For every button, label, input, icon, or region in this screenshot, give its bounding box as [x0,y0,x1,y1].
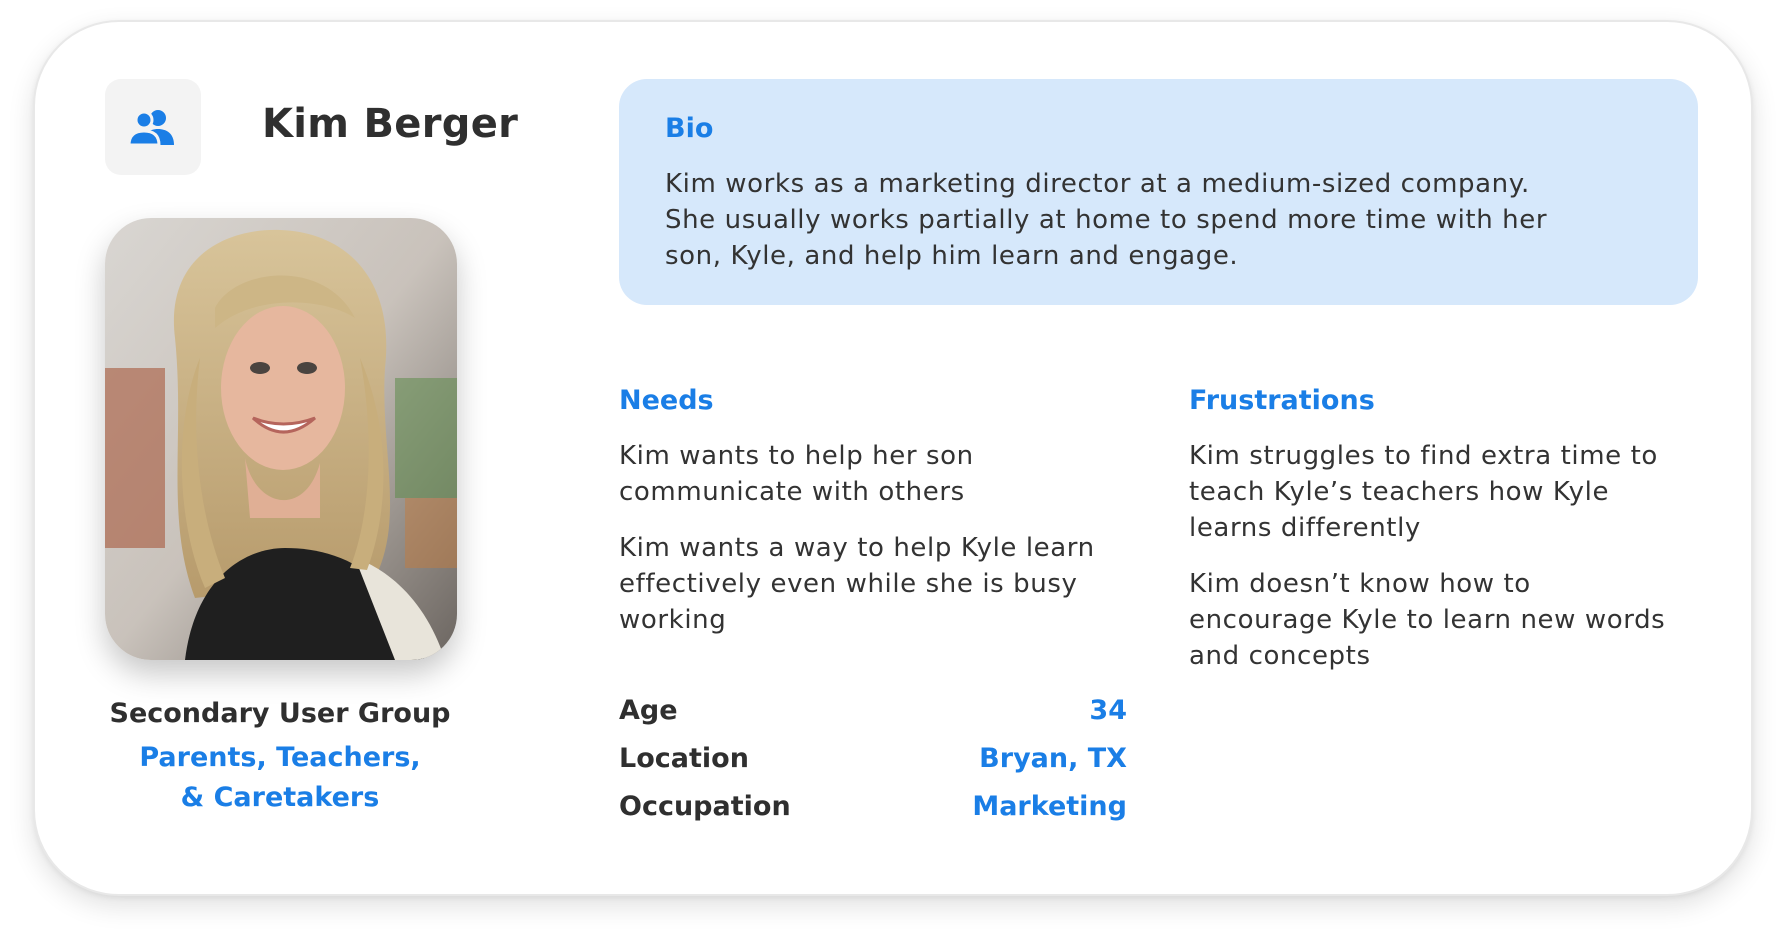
persona-name: Kim Berger [262,101,519,147]
needs-title: Needs [619,385,714,416]
fact-value: 34 [1089,694,1127,726]
user-group-line: Parents, Teachers, [139,742,421,773]
bio-panel: Bio Kim works as a marketing director at… [619,79,1698,305]
fact-row-age: Age 34 [619,686,1127,734]
bio-line: son, Kyle, and help him learn and engage… [665,241,1239,271]
needs-item: Kim wants to help her son communicate wi… [619,441,974,507]
facts-table: Age 34 Location Bryan, TX Occupation Mar… [619,686,1127,830]
bio-title: Bio [665,113,714,144]
needs-item: Kim wants a way to help Kyle learn effec… [619,533,1095,635]
fact-row-location: Location Bryan, TX [619,734,1127,782]
fact-value: Marketing [972,790,1127,822]
fact-label: Location [619,742,749,774]
fact-label: Occupation [619,790,791,822]
frustrations-title: Frustrations [1189,385,1375,416]
frustrations-item: Kim struggles to find extra time to teac… [1189,441,1658,543]
fact-row-occupation: Occupation Marketing [619,782,1127,830]
user-group-value: Parents, Teachers, & Caretakers [50,738,510,818]
user-group-label: Secondary User Group [109,698,451,729]
user-group-line: & Caretakers [180,782,380,813]
frustrations-section: Frustrations Kim struggles to find extra… [1189,385,1709,694]
needs-section: Needs Kim wants to help her son communic… [619,385,1139,658]
persona-photo [105,218,457,660]
bio-line: Kim works as a marketing director at a m… [665,169,1530,199]
users-icon [105,79,201,175]
fact-label: Age [619,694,678,726]
fact-value: Bryan, TX [979,742,1127,774]
bio-line: She usually works partially at home to s… [665,205,1548,235]
frustrations-item: Kim doesn’t know how to encourage Kyle t… [1189,569,1666,671]
bio-text: Kim works as a marketing director at a m… [665,166,1652,274]
